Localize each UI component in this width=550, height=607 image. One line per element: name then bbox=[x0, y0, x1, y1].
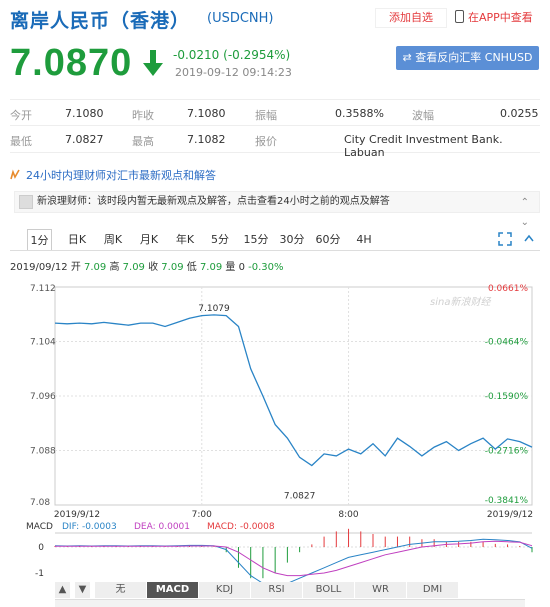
stats-row: 最低 7.0827 最高 7.1082 报价 City Credit Inves… bbox=[10, 126, 540, 159]
dea-line bbox=[55, 540, 533, 577]
stat-label: 波幅 bbox=[412, 109, 434, 122]
y-tick-label: 7.104 bbox=[30, 338, 56, 348]
tab-30min[interactable]: 30分 bbox=[277, 229, 307, 251]
indicator-macd[interactable]: MACD bbox=[147, 582, 199, 598]
indicator-kdj[interactable]: KDJ bbox=[199, 582, 251, 598]
scroll-left-icon[interactable]: ▲ bbox=[55, 582, 71, 598]
x-tick-label: 8:00 bbox=[338, 510, 358, 520]
chart-scrollbar[interactable] bbox=[55, 599, 525, 607]
view-in-app-label: 在APP中查看 bbox=[468, 11, 533, 24]
macd-y-tick: -1 bbox=[35, 569, 44, 579]
stat-value: City Credit Investment Bank. Labuan bbox=[344, 133, 503, 159]
reverse-rate-button[interactable]: ⇄ 查看反向汇率 CNHUSD bbox=[396, 46, 539, 70]
stat-value: 7.1080 bbox=[187, 107, 226, 120]
current-price: 7.0870 bbox=[10, 42, 133, 84]
fullscreen-icon[interactable] bbox=[498, 232, 512, 246]
stat-label: 最高 bbox=[132, 135, 154, 148]
ohlc-date: 2019/09/12 bbox=[10, 262, 68, 273]
pct-tick-label: -0.1590% bbox=[485, 392, 529, 402]
stats-table: 今开 7.1080 昨收 7.1080 振幅 0.3588% 波幅 0.0255… bbox=[10, 99, 540, 159]
expert-heading[interactable]: 24小时内理财师对汇市最新观点和解答 bbox=[10, 167, 540, 187]
tab-divider bbox=[10, 250, 540, 251]
page-title: 离岸人民币（香港） bbox=[10, 10, 191, 32]
high-label: 高 bbox=[109, 262, 120, 273]
y-tick-label: 7.096 bbox=[30, 392, 56, 402]
phone-icon bbox=[455, 10, 464, 23]
open-value: 7.09 bbox=[84, 262, 107, 273]
expert-notice[interactable]: 新浪理财师：该时段内暂无最新观点及解答，点击查看24小时之前的观点及解答 ⌃ ⌄ bbox=[14, 191, 540, 228]
add-favorite-button[interactable]: 添加自选 bbox=[375, 8, 447, 28]
stat-value: 7.1082 bbox=[187, 133, 226, 146]
tab-daily[interactable]: 日K bbox=[63, 229, 91, 251]
extreme-label: 7.1079 bbox=[198, 304, 230, 314]
watermark: sina新浪财经 bbox=[430, 296, 491, 308]
x-tick-label: 7:00 bbox=[192, 510, 212, 520]
symbol-code: (USDCNH) bbox=[207, 11, 274, 26]
price-change: -0.0210 (-0.2954%) bbox=[173, 48, 291, 62]
x-tick-label: 2019/9/12 bbox=[487, 510, 533, 520]
quote-timestamp: 2019-09-12 09:14:23 bbox=[175, 66, 292, 79]
notice-text: 新浪理财师：该时段内暂无最新观点及解答，点击查看24小时之前的观点及解答 bbox=[37, 196, 390, 207]
tab-1min[interactable]: 1分 bbox=[27, 229, 52, 251]
volume-value: 0 bbox=[238, 262, 245, 273]
tab-yearly[interactable]: 年K bbox=[171, 229, 199, 251]
indicator-boll[interactable]: BOLL bbox=[303, 582, 355, 598]
tab-4h[interactable]: 4H bbox=[351, 229, 377, 251]
price-line bbox=[54, 314, 533, 467]
macd-y-tick: 0 bbox=[38, 543, 44, 553]
reverse-rate-label: 查看反向汇率 CNHUSD bbox=[415, 51, 533, 64]
macd-dea: DEA: 0.0001 bbox=[134, 522, 190, 532]
stat-value: 7.0827 bbox=[65, 133, 104, 146]
extreme-label: 7.0827 bbox=[284, 492, 316, 502]
indicator-none[interactable]: 无 bbox=[95, 582, 147, 598]
indicator-wr[interactable]: WR bbox=[355, 582, 407, 598]
view-in-app-link[interactable]: 在APP中查看 bbox=[455, 8, 533, 28]
open-label: 开 bbox=[70, 262, 81, 273]
indicator-dmi[interactable]: DMI bbox=[407, 582, 459, 598]
close-label: 收 bbox=[148, 262, 159, 273]
expert-heading-text: 24小时内理财师对汇市最新观点和解答 bbox=[26, 169, 216, 182]
pct-tick-label: -0.0464% bbox=[485, 338, 529, 348]
macd-label: MACD bbox=[26, 522, 53, 532]
stat-value: 0.0255 bbox=[500, 107, 539, 120]
tab-15min[interactable]: 15分 bbox=[241, 229, 271, 251]
pen-icon bbox=[10, 169, 20, 180]
stats-row: 今开 7.1080 昨收 7.1080 振幅 0.3588% 波幅 0.0255 bbox=[10, 99, 540, 126]
scroll-down-icon[interactable]: ▼ bbox=[75, 582, 91, 598]
stat-label: 昨收 bbox=[132, 109, 154, 122]
y-tick-label: 7.08 bbox=[30, 498, 50, 508]
tab-5min[interactable]: 5分 bbox=[207, 229, 233, 251]
macd-value: MACD: -0.0008 bbox=[207, 522, 275, 532]
high-value: 7.09 bbox=[122, 262, 145, 273]
avatar bbox=[19, 195, 33, 209]
x-tick-label: 2019/9/12 bbox=[54, 510, 100, 520]
stat-value: 0.3588% bbox=[335, 107, 384, 120]
price-chart[interactable]: 7.112 0.0661% 7.104 -0.0464% 7.096 -0.1590% 7.… bbox=[0, 275, 550, 582]
stat-value: 7.1080 bbox=[65, 107, 104, 120]
ohlc-summary: 2019/09/12 开 7.09 高 7.09 收 7.09 低 7.09 量… bbox=[10, 258, 284, 273]
volume-label: 量 bbox=[225, 262, 236, 273]
pct-tick-label: 0.0661% bbox=[488, 284, 528, 294]
pct-tick-label: -0.2716% bbox=[485, 447, 529, 457]
chevron-icon[interactable]: ⌃ ⌄ bbox=[521, 193, 529, 233]
y-tick-label: 7.112 bbox=[30, 284, 56, 294]
collapse-icon[interactable] bbox=[522, 232, 536, 246]
low-value: 7.09 bbox=[199, 262, 223, 273]
tab-monthly[interactable]: 月K bbox=[135, 229, 163, 251]
pct-change: -0.30% bbox=[248, 262, 284, 273]
low-label: 低 bbox=[186, 262, 197, 273]
indicator-rsi[interactable]: RSI bbox=[251, 582, 303, 598]
y-tick-label: 7.088 bbox=[30, 447, 56, 457]
stat-label: 最低 bbox=[10, 135, 32, 148]
stat-label: 今开 bbox=[10, 109, 32, 122]
tab-weekly[interactable]: 周K bbox=[99, 229, 127, 251]
macd-dif: DIF: -0.0003 bbox=[62, 522, 117, 532]
down-arrow-icon bbox=[143, 50, 163, 76]
pct-tick-label: -0.3841% bbox=[485, 496, 529, 506]
stat-label: 报价 bbox=[255, 135, 277, 148]
stat-label: 振幅 bbox=[255, 109, 277, 122]
swap-icon: ⇄ bbox=[402, 51, 416, 64]
tab-60min[interactable]: 60分 bbox=[313, 229, 343, 251]
close-value: 7.09 bbox=[161, 262, 184, 273]
